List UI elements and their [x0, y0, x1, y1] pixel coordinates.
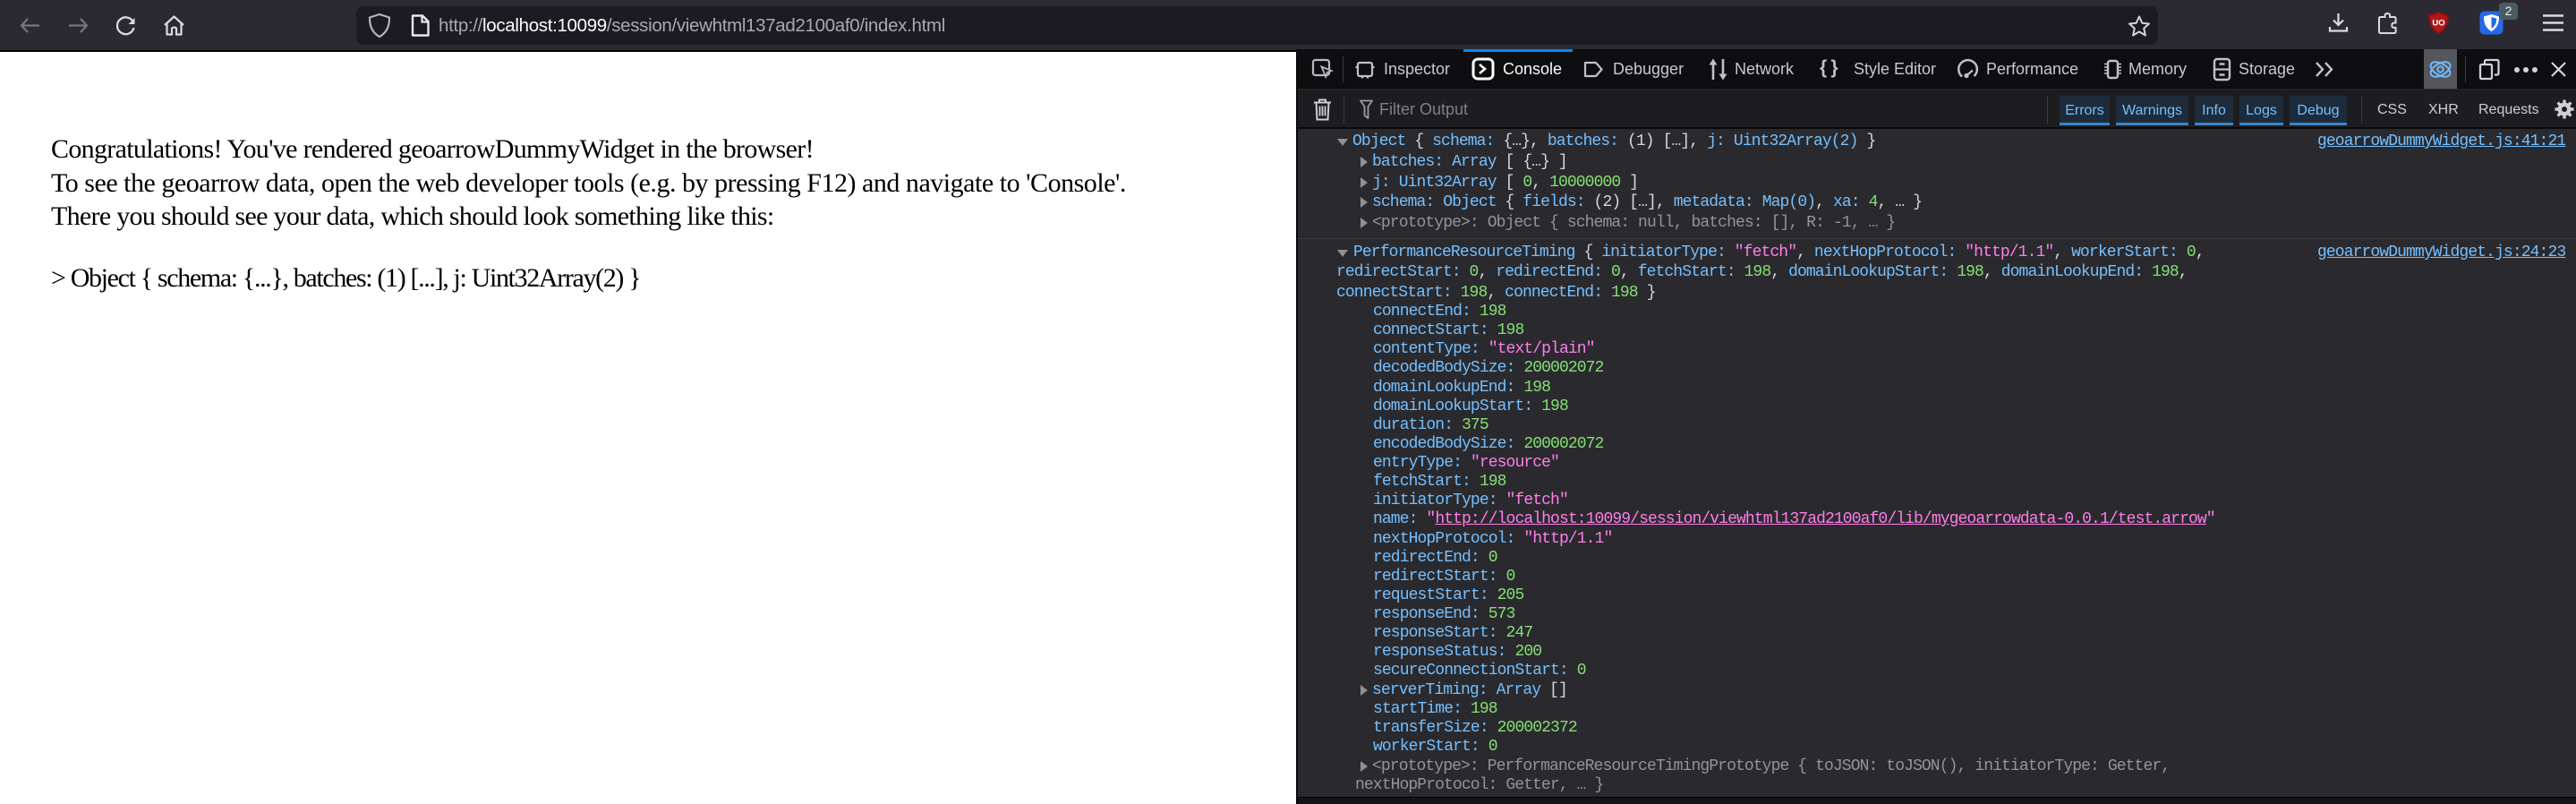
svg-text:UO: UO: [2432, 19, 2444, 29]
